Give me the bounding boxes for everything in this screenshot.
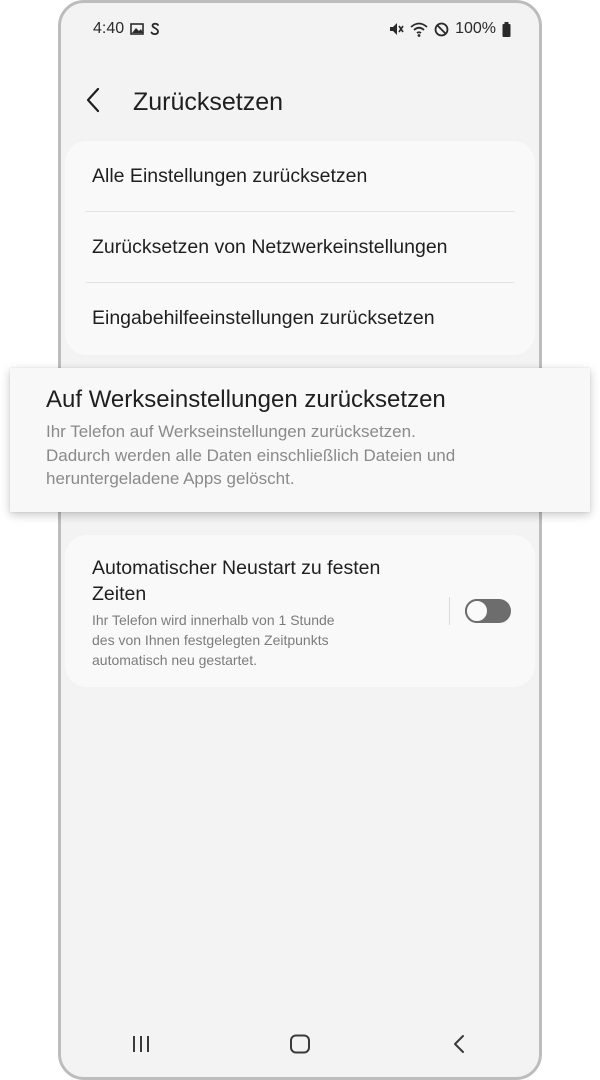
auto-restart-description-line: automatisch neu gestartet.: [92, 652, 257, 668]
reset-accessibility-settings-item[interactable]: Eingabehilfeeinstellungen zurücksetzen: [86, 283, 514, 354]
reset-network-settings-item[interactable]: Zurücksetzen von Netzwerkeinstellungen: [86, 212, 514, 283]
do-not-disturb-icon: [434, 22, 449, 37]
auto-restart-title-line: Zeiten: [92, 583, 147, 605]
auto-restart-description-line: Ihr Telefon wird innerhalb von 1 Stunde: [92, 612, 335, 628]
s-app-icon: [150, 22, 160, 36]
auto-restart-card: Automatischer Neustart zu festen Zeiten …: [65, 535, 535, 687]
status-right: 100%: [388, 20, 511, 38]
page-title: Zurücksetzen: [133, 87, 284, 116]
status-left: 4:40: [93, 20, 160, 38]
nav-back-button[interactable]: [439, 1033, 479, 1059]
wifi-icon: [410, 22, 428, 37]
chevron-left-icon: [85, 87, 101, 118]
battery-percent: 100%: [455, 20, 496, 37]
reset-network-settings-label: Zurücksetzen von Netzwerkeinstellungen: [92, 235, 448, 258]
auto-restart-title-line: Automatischer Neustart zu festen: [92, 557, 381, 579]
auto-restart-description: Ihr Telefon wird innerhalb von 1 Stunde …: [92, 610, 392, 670]
header: Zurücksetzen: [85, 81, 283, 123]
toggle-knob: [465, 599, 489, 623]
phone-frame: 4:40 100% Zurücksetzen Alle Einstellunge…: [58, 0, 542, 1080]
status-time: 4:40: [93, 20, 125, 37]
mute-icon: [388, 21, 404, 37]
reset-all-settings-item[interactable]: Alle Einstellungen zurücksetzen: [86, 141, 514, 212]
factory-reset-description-line: Ihr Telefon auf Werkseinstellungen zurüc…: [46, 422, 416, 441]
home-icon: [289, 1034, 311, 1059]
factory-reset-description: Ihr Telefon auf Werkseinstellungen zurüc…: [46, 420, 566, 491]
factory-reset-title: Auf Werkseinstellungen zurücksetzen: [46, 386, 446, 413]
reset-accessibility-settings-label: Eingabehilfeeinstellungen zurücksetzen: [92, 307, 435, 329]
back-icon: [452, 1034, 466, 1059]
factory-reset-item[interactable]: Auf Werkseinstellungen zurücksetzen Ihr …: [10, 368, 590, 512]
factory-reset-description-line: heruntergeladene Apps gelöscht.: [46, 469, 295, 488]
gallery-icon: [130, 23, 144, 35]
reset-all-settings-label: Alle Einstellungen zurücksetzen: [92, 164, 368, 187]
recent-apps-button[interactable]: [121, 1033, 161, 1059]
navigation-bar: [61, 1033, 539, 1059]
auto-restart-title: Automatischer Neustart zu festen Zeiten: [92, 555, 432, 607]
home-button[interactable]: [280, 1033, 320, 1059]
factory-reset-description-line: Dadurch werden alle Daten einschließlich…: [46, 445, 456, 465]
auto-restart-item[interactable]: Automatischer Neustart zu festen Zeiten …: [65, 535, 535, 687]
back-button[interactable]: [85, 82, 115, 122]
battery-icon: [502, 21, 511, 37]
reset-options-card: Alle Einstellungen zurücksetzen Zurückse…: [65, 141, 535, 355]
auto-restart-description-line: des von Ihnen festgelegten Zeitpunkts: [92, 632, 329, 648]
status-bar: 4:40 100%: [93, 17, 511, 41]
recent-apps-icon: [131, 1035, 151, 1058]
auto-restart-toggle[interactable]: [465, 599, 511, 623]
toggle-divider: [449, 597, 450, 625]
